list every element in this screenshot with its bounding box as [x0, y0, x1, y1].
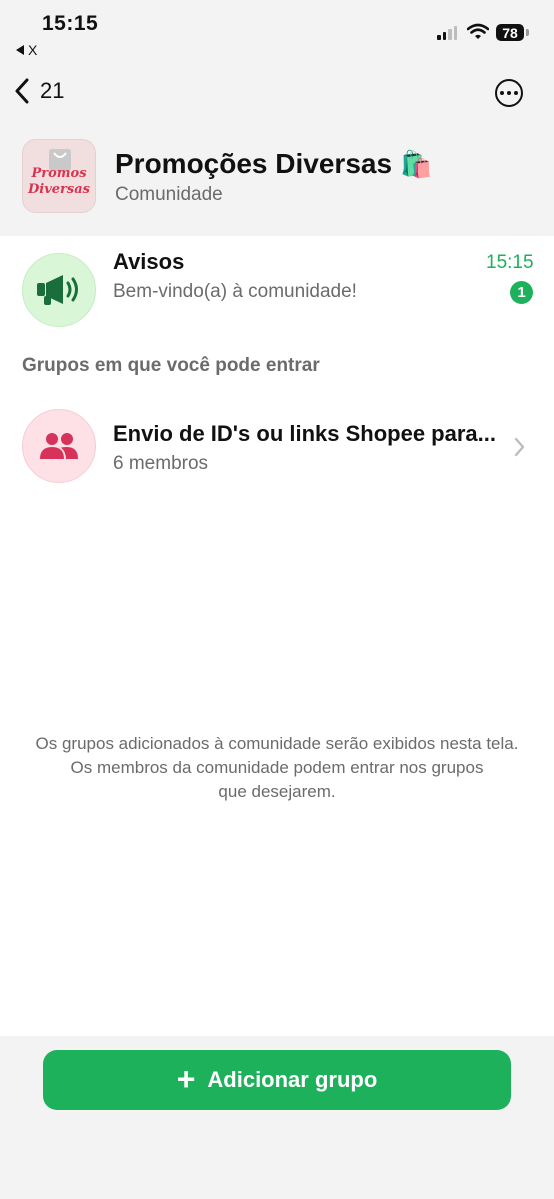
back-button[interactable]: 21	[14, 78, 64, 104]
community-avatar[interactable]: Promos Diversas	[22, 139, 96, 213]
shopping-bags-icon: 🛍️	[400, 148, 433, 179]
chevron-right-icon	[513, 437, 525, 462]
chevron-left-icon	[15, 78, 29, 104]
community-title: Promoções Diversas 🛍️	[115, 148, 432, 180]
battery-tip	[526, 29, 529, 36]
groups-section-label: Grupos em que você pode entrar	[22, 355, 320, 376]
community-avatar-logo-text: Promos Diversas	[23, 166, 95, 198]
group-title: Envio de ID's ou links Shopee para...	[113, 421, 496, 446]
more-options-button[interactable]	[495, 79, 523, 107]
cellular-signal-icon	[437, 26, 457, 40]
back-count: 21	[40, 78, 65, 103]
back-triangle-icon	[16, 45, 24, 55]
announcements-preview: Bem-vindo(a) à comunidade!	[113, 281, 357, 302]
add-group-button[interactable]: + Adicionar grupo	[43, 1050, 511, 1110]
community-name: Promoções Diversas	[115, 148, 393, 179]
info-line-3: que desejarem.	[218, 782, 336, 801]
more-dot	[500, 91, 504, 95]
info-line-1: Os grupos adicionados à comunidade serão…	[35, 734, 519, 753]
more-dot	[507, 91, 511, 95]
unread-badge: 1	[510, 281, 533, 304]
megaphone-icon	[37, 275, 78, 305]
community-subtitle: Comunidade	[115, 184, 223, 205]
add-group-label: Adicionar grupo	[207, 1067, 378, 1092]
announcements-avatar	[22, 253, 96, 327]
status-time: 15:15	[42, 12, 99, 35]
avatar-text-line2: Diversas	[28, 182, 90, 197]
group-people-icon	[40, 433, 78, 459]
back-app-label: X	[28, 42, 38, 58]
group-avatar	[22, 409, 96, 483]
announcements-title: Avisos	[113, 249, 185, 274]
wifi-icon	[466, 23, 490, 45]
announcements-time: 15:15	[486, 252, 534, 273]
back-to-app-link[interactable]: X	[16, 42, 37, 58]
groups-info-text: Os grupos adicionados à comunidade serão…	[0, 732, 554, 804]
avatar-text-line1: Promos	[31, 166, 87, 181]
more-dot	[514, 91, 518, 95]
group-member-count: 6 membros	[113, 453, 209, 474]
battery-indicator: 78	[496, 24, 524, 41]
info-line-2: Os membros da comunidade podem entrar no…	[70, 758, 484, 777]
plus-icon: +	[176, 1060, 196, 1097]
